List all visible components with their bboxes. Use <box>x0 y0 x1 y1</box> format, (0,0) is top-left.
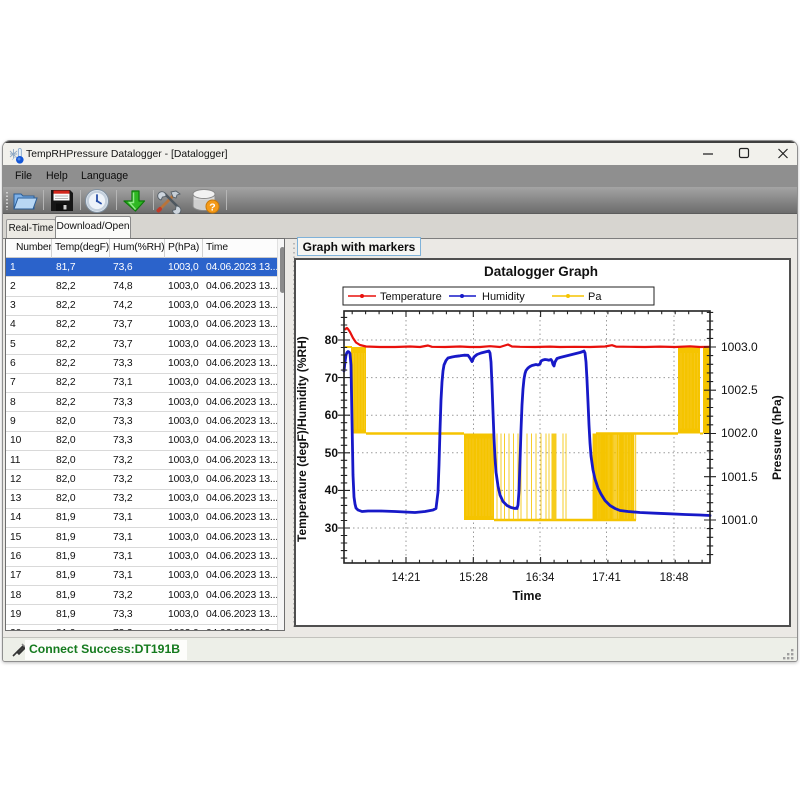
svg-text:40: 40 <box>325 483 339 497</box>
svg-text:17:41: 17:41 <box>592 572 621 584</box>
svg-text:1003.0: 1003.0 <box>721 340 758 354</box>
svg-text:1001.0: 1001.0 <box>721 513 758 527</box>
svg-text:80: 80 <box>325 333 339 347</box>
svg-text:Humidity: Humidity <box>482 291 525 303</box>
svg-text:Temperature (degF)/Humidity (%: Temperature (degF)/Humidity (%RH) <box>295 336 309 542</box>
svg-text:1001.5: 1001.5 <box>721 470 758 484</box>
svg-text:1002.0: 1002.0 <box>721 426 758 440</box>
svg-text:?: ? <box>209 202 215 214</box>
svg-text:1002.5: 1002.5 <box>721 383 758 397</box>
svg-text:Datalogger Graph: Datalogger Graph <box>484 264 598 279</box>
svg-text:70: 70 <box>325 371 339 385</box>
svg-text:18:48: 18:48 <box>660 572 689 584</box>
svg-text:Pa: Pa <box>588 291 602 303</box>
svg-text:Time: Time <box>513 589 542 603</box>
svg-text:30: 30 <box>325 521 339 535</box>
svg-text:16:34: 16:34 <box>526 572 555 584</box>
svg-text:15:28: 15:28 <box>459 572 488 584</box>
svg-text:Pressure (hPa): Pressure (hPa) <box>770 395 784 480</box>
svg-text:50: 50 <box>325 446 339 460</box>
svg-text:Temperature: Temperature <box>380 291 442 303</box>
svg-text:14:21: 14:21 <box>392 572 421 584</box>
svg-text:60: 60 <box>325 408 339 422</box>
